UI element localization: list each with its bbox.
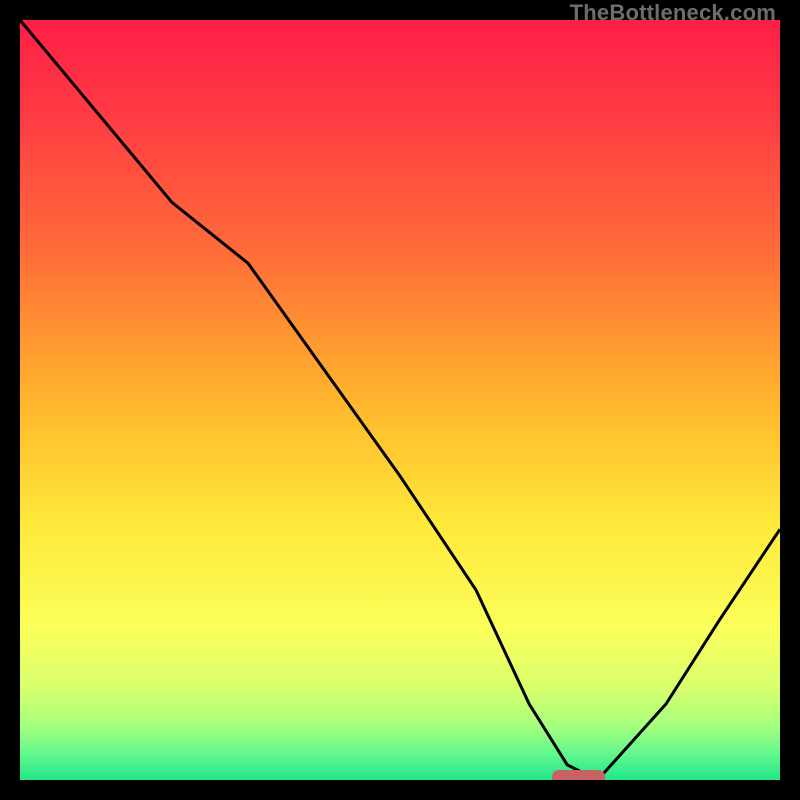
chart-svg — [20, 20, 780, 780]
chart-background — [20, 20, 780, 780]
optimal-marker — [552, 770, 605, 780]
chart-plot — [20, 20, 780, 780]
